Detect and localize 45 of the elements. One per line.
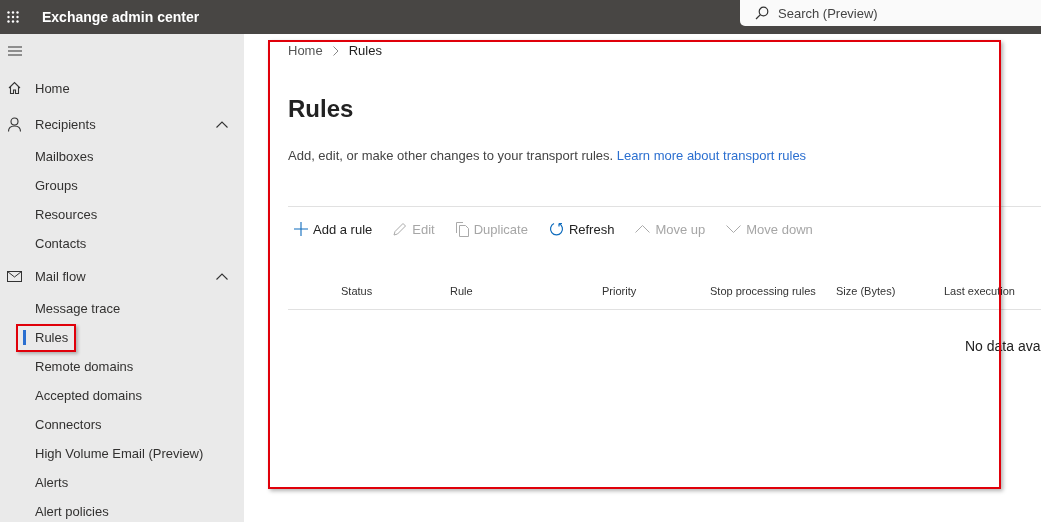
nav-item[interactable]: Alert policies: [0, 497, 244, 522]
toolbar-button[interactable]: Add a rule: [288, 219, 373, 239]
nav-item[interactable]: Recipients: [0, 106, 244, 142]
nav-item[interactable]: Accepted domains: [0, 381, 244, 410]
app-title: Exchange admin center: [42, 9, 200, 25]
nav-item[interactable]: High Volume Email (Preview): [0, 439, 244, 468]
search-icon: [755, 6, 769, 20]
chevron-icon[interactable]: [216, 120, 228, 128]
page-title: Rules: [288, 95, 355, 123]
column-header[interactable]: Stop processing rules: [710, 284, 836, 297]
search-field[interactable]: Search (Preview): [740, 0, 1041, 26]
breadcrumb-link[interactable]: Home: [288, 43, 323, 58]
chevron-icon: [332, 45, 339, 56]
copy-icon: [455, 221, 469, 237]
breadcrumb-link[interactable]: Rules: [348, 43, 382, 58]
toolbar-button[interactable]: Refresh: [542, 219, 615, 239]
home-icon: [7, 81, 22, 95]
nav-item[interactable]: Mail flow: [0, 258, 244, 294]
column-header[interactable]: Priority: [602, 284, 710, 297]
chevron-icon[interactable]: [216, 272, 228, 280]
menu-icon[interactable]: [8, 45, 22, 57]
person-icon: [7, 116, 22, 132]
learn-more-link[interactable]: Learn more about transport rules: [616, 148, 807, 163]
pencil-icon: [393, 222, 408, 236]
search-input[interactable]: Search (Preview): [778, 5, 978, 21]
chevron-down-icon: [726, 225, 742, 233]
nav-item[interactable]: Alerts: [0, 468, 244, 497]
nav-item[interactable]: Contacts: [0, 229, 244, 258]
column-header[interactable]: Size (Bytes): [836, 284, 944, 297]
nav-item[interactable]: Message trace: [0, 294, 244, 323]
nav-item[interactable]: Resources: [0, 200, 244, 229]
nav-item[interactable]: Groups: [0, 171, 244, 200]
column-header[interactable]: Status: [341, 284, 450, 297]
description-text: Add, edit, or make other changes to your transport rules.: [288, 148, 614, 163]
nav-item[interactable]: Home: [0, 70, 244, 106]
column-header[interactable]: Rule: [450, 284, 602, 297]
refresh-icon: [548, 221, 564, 237]
mail-icon: [7, 270, 22, 282]
chevron-up-icon: [635, 225, 651, 233]
nav-item[interactable]: Connectors: [0, 410, 244, 439]
nav-item[interactable]: Mailboxes: [0, 142, 244, 171]
nav-item[interactable]: Rules: [0, 323, 244, 352]
app-launcher-icon[interactable]: [7, 11, 19, 23]
nav-item[interactable]: Remote domains: [0, 352, 244, 381]
plus-icon: [294, 222, 308, 236]
